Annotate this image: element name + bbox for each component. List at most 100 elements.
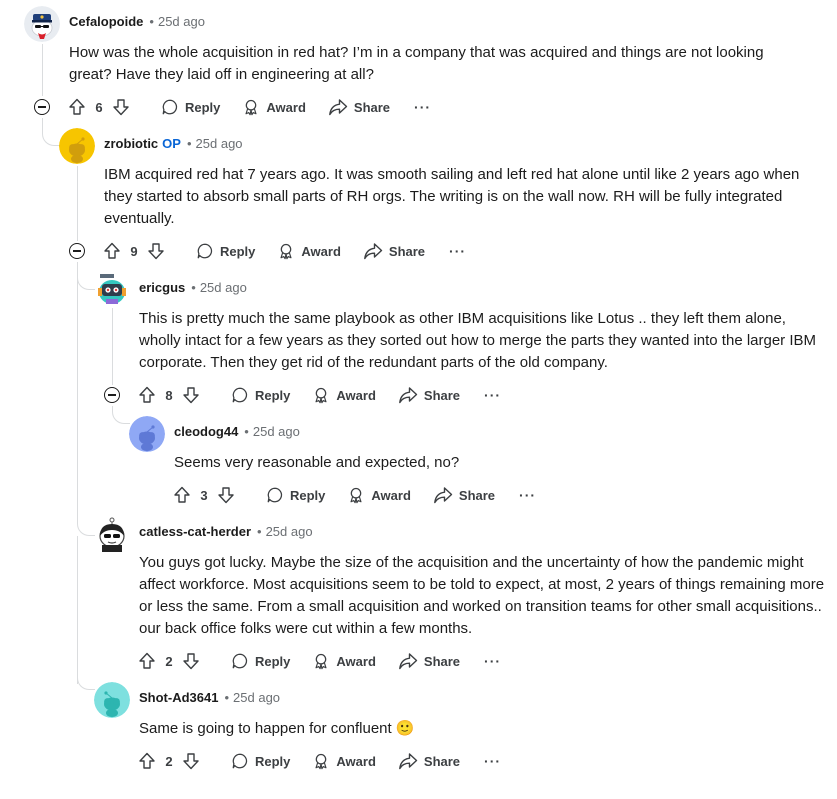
reply-icon: [232, 653, 248, 669]
collapse-thread-button[interactable]: [104, 387, 120, 403]
share-button[interactable]: Share: [398, 752, 460, 770]
username[interactable]: Cefalopoide: [69, 14, 143, 29]
avatar[interactable]: [129, 416, 165, 452]
username[interactable]: ericgus: [139, 280, 185, 295]
username[interactable]: catless-cat-herder: [139, 524, 251, 539]
comment-body: You guys got lucky. Maybe the size of th…: [139, 554, 825, 637]
timestamp[interactable]: 25d ago: [158, 14, 205, 29]
vote-score: 8: [165, 387, 173, 403]
reply-button[interactable]: Reply: [266, 486, 325, 504]
award-button[interactable]: Award: [312, 386, 376, 404]
reply-icon: [267, 487, 283, 503]
downvote-icon[interactable]: [111, 97, 131, 117]
comment-body: How was the whole acquisition in red hat…: [69, 44, 764, 83]
share-button[interactable]: Share: [433, 486, 495, 504]
reply-button[interactable]: Reply: [231, 386, 290, 404]
award-label: Award: [371, 487, 411, 503]
thread-connector: [77, 272, 95, 290]
award-button[interactable]: Award: [312, 752, 376, 770]
reply-label: Reply: [290, 487, 326, 503]
award-icon: [315, 753, 327, 770]
comment-body: IBM acquired red hat 7 years ago. It was…: [104, 166, 800, 227]
upvote-icon[interactable]: [137, 751, 157, 771]
share-button[interactable]: Share: [363, 242, 425, 260]
upvote-icon[interactable]: [102, 241, 122, 261]
award-icon: [315, 387, 327, 404]
reply-icon: [232, 387, 248, 403]
separator-dot: •: [257, 524, 262, 539]
downvote-icon[interactable]: [181, 751, 201, 771]
avatar[interactable]: [59, 128, 95, 164]
downvote-icon[interactable]: [216, 485, 236, 505]
award-label: Award: [336, 653, 376, 669]
upvote-icon[interactable]: [137, 651, 157, 671]
comment-actions: 8 Reply Award Share ···: [137, 381, 501, 409]
more-options-button[interactable]: ···: [449, 243, 466, 259]
reply-button[interactable]: Reply: [161, 98, 220, 116]
reply-button[interactable]: Reply: [231, 752, 290, 770]
share-button[interactable]: Share: [328, 98, 390, 116]
award-button[interactable]: Award: [312, 652, 376, 670]
vote-group: 8: [137, 385, 201, 405]
collapse-thread-button[interactable]: [34, 99, 50, 115]
share-label: Share: [423, 387, 461, 403]
vote-group: 2: [137, 651, 201, 671]
award-button[interactable]: Award: [242, 98, 306, 116]
thread-line: [112, 308, 113, 385]
share-button[interactable]: Share: [398, 652, 460, 670]
vote-score: 2: [165, 653, 173, 669]
username[interactable]: zrobiotic: [104, 136, 158, 151]
separator-dot: •: [149, 14, 154, 29]
reply-label: Reply: [220, 243, 256, 259]
username[interactable]: cleodog44: [174, 424, 238, 439]
timestamp[interactable]: 25d ago: [266, 524, 313, 539]
comment-actions: 2 Reply Award Share ···: [137, 747, 501, 775]
more-options-button[interactable]: ···: [519, 487, 536, 503]
award-icon: [315, 653, 327, 670]
separator-dot: •: [186, 136, 192, 151]
reply-button[interactable]: Reply: [231, 652, 290, 670]
award-icon: [350, 487, 362, 504]
share-label: Share: [458, 487, 496, 503]
more-options-button[interactable]: ···: [414, 99, 431, 115]
upvote-icon[interactable]: [172, 485, 192, 505]
avatar[interactable]: [94, 516, 130, 552]
more-options-button[interactable]: ···: [484, 387, 501, 403]
reply-button[interactable]: Reply: [196, 242, 255, 260]
thread-line: [77, 536, 78, 684]
comment-body: Same is going to happen for confluent 🙂: [139, 720, 415, 737]
thread-connector: [77, 672, 95, 690]
downvote-icon[interactable]: [146, 241, 166, 261]
upvote-icon[interactable]: [137, 385, 157, 405]
timestamp[interactable]: 25d ago: [200, 280, 247, 295]
thread-connector: [42, 128, 60, 146]
downvote-icon[interactable]: [181, 651, 201, 671]
timestamp[interactable]: 25d ago: [233, 690, 280, 705]
award-button[interactable]: Award: [277, 242, 341, 260]
more-options-button[interactable]: ···: [484, 653, 501, 669]
timestamp[interactable]: 25d ago: [196, 136, 243, 151]
award-label: Award: [266, 99, 306, 115]
timestamp[interactable]: 25d ago: [253, 424, 300, 439]
share-label: Share: [388, 243, 426, 259]
more-options-button[interactable]: ···: [484, 753, 501, 769]
teal-snoo-avatar-icon: [94, 682, 130, 718]
username[interactable]: Shot-Ad3641: [139, 690, 218, 705]
share-label: Share: [423, 753, 461, 769]
thread-line: [77, 262, 78, 518]
police-snoo-avatar-icon: [24, 6, 60, 42]
award-button[interactable]: Award: [347, 486, 411, 504]
share-button[interactable]: Share: [398, 386, 460, 404]
collapse-thread-button[interactable]: [69, 243, 85, 259]
comment-actions: 3 Reply Award Share ···: [172, 481, 536, 509]
avatar[interactable]: [94, 682, 130, 718]
upvote-icon[interactable]: [67, 97, 87, 117]
vote-group: 3: [172, 485, 236, 505]
share-icon: [399, 653, 418, 670]
share-icon: [329, 99, 348, 116]
op-badge: OP: [162, 136, 181, 151]
thread-line: [42, 118, 43, 128]
downvote-icon[interactable]: [181, 385, 201, 405]
avatar[interactable]: [94, 272, 130, 308]
avatar[interactable]: [24, 6, 60, 42]
